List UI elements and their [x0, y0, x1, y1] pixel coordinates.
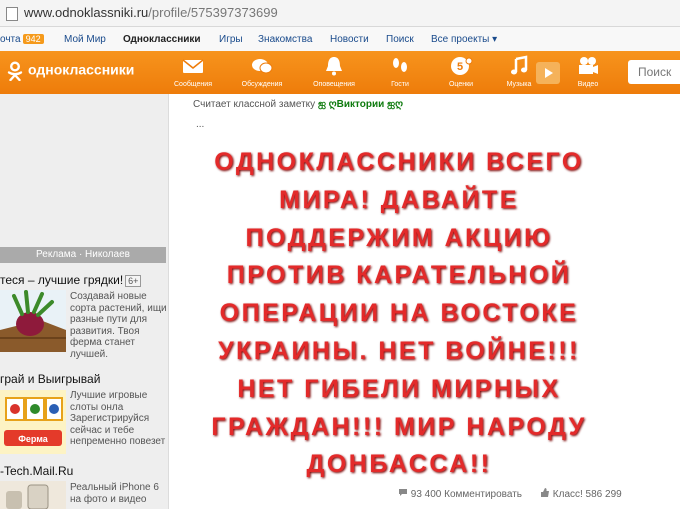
- comments-link[interactable]: 93 400 Комментировать: [398, 488, 522, 500]
- mail-count-badge: 942: [22, 34, 44, 44]
- ad-text-hitech: Реальный iPhone 6 на фото и видео: [70, 482, 159, 505]
- mail-link[interactable]: очта 942: [0, 34, 44, 45]
- ad-title-hitech[interactable]: -Tech.Mail.Ru: [0, 464, 73, 478]
- music-icon: [511, 55, 528, 75]
- logo-text: одноклассники: [28, 61, 135, 78]
- url-text[interactable]: www.odnoklassniki.ru/profile/57539737369…: [24, 5, 278, 20]
- nav-notifications-label: Оповещения: [313, 81, 355, 88]
- ad-title-text: теся – лучшие грядки!: [0, 273, 124, 287]
- byline-user-link[interactable]: ஐ ღВиктории ஐღ: [318, 99, 403, 110]
- nav-guests-label: Гости: [391, 81, 409, 88]
- ad-image-slots[interactable]: Ферма: [0, 390, 66, 454]
- nav-ratings-label: Оценки: [448, 81, 474, 88]
- nav-discussions[interactable]: Обсуждения: [237, 55, 287, 88]
- video-icon: [579, 57, 598, 74]
- svg-text:Ферма: Ферма: [18, 434, 49, 444]
- address-bar[interactable]: www.odnoklassniki.ru/profile/57539737369…: [0, 0, 680, 27]
- portal-link-games[interactable]: Игры: [219, 34, 243, 45]
- mail-label: очта: [0, 34, 21, 45]
- rating-icon: 5: [451, 57, 473, 75]
- url-path: /profile/575397373699: [148, 5, 278, 20]
- nav-ratings[interactable]: 5 Оценки: [436, 55, 486, 88]
- footprints-icon: [393, 58, 407, 72]
- ad-image-beet[interactable]: [0, 290, 66, 352]
- main-toolbar: одноклассники Сообщения Обсуждения Опове…: [0, 51, 680, 94]
- bell-icon: [326, 57, 342, 76]
- nav-discussions-label: Обсуждения: [241, 81, 283, 88]
- ok-logo[interactable]: одноклассники: [6, 61, 134, 81]
- portal-link-dating[interactable]: Знакомства: [258, 34, 312, 45]
- play-icon: [545, 68, 553, 78]
- portal-link-ok[interactable]: Одноклассники: [123, 34, 201, 45]
- search-input[interactable]: Поиск: [628, 60, 680, 84]
- url-host: www.odnoklassniki.ru: [24, 5, 149, 20]
- post-ellipsis: ...: [196, 119, 205, 130]
- nav-messages-label: Сообщения: [174, 81, 212, 88]
- class-count: Класс! 586 299: [552, 489, 622, 500]
- post-byline: Считает классной заметку ஐ ღВиктории ஐღ: [193, 99, 403, 111]
- envelope-icon: [182, 59, 204, 73]
- nav-video-label: Видео: [577, 81, 599, 88]
- nav-notifications[interactable]: Оповещения: [309, 55, 359, 88]
- nav-video[interactable]: Видео: [563, 55, 613, 88]
- ad-text-slots: Лучшие игровые слоты онла Зарегистрируйс…: [70, 390, 166, 447]
- thumbs-up-icon: [541, 488, 549, 497]
- comments-count: 93 400 Комментировать: [410, 489, 522, 500]
- portal-link-all-projects[interactable]: Все проекты ▾: [431, 34, 497, 45]
- ad-image-iphone[interactable]: [0, 481, 66, 509]
- portal-link-news[interactable]: Новости: [330, 34, 369, 45]
- ad-header: Реклама · Николаев: [0, 247, 166, 263]
- class-link[interactable]: Класс! 586 299: [540, 488, 622, 500]
- byline-prefix: Считает классной заметку: [193, 99, 316, 110]
- post-headline[interactable]: ОДНОКЛАССНИКИ ВСЕГО МИРА! ДАВАЙТЕ ПОДДЕР…: [196, 144, 602, 484]
- play-button[interactable]: [536, 62, 560, 84]
- portal-bar: очта 942 Мой Мир Одноклассники Игры Знако…: [0, 27, 680, 52]
- ad-text-farm: Создавай новые сорта растений, ищи разны…: [70, 291, 167, 360]
- comment-icon: [399, 489, 407, 496]
- chat-icon: [252, 59, 273, 74]
- svg-text:5: 5: [457, 61, 463, 73]
- page-icon: [6, 7, 18, 21]
- portal-link-search[interactable]: Поиск: [386, 34, 414, 45]
- ad-title-farm[interactable]: теся – лучшие грядки! 6+: [0, 273, 142, 287]
- ok-logo-icon: [7, 61, 23, 81]
- nav-messages[interactable]: Сообщения: [168, 55, 218, 88]
- portal-link-moy-mir[interactable]: Мой Мир: [64, 34, 106, 45]
- ad-title-slots[interactable]: грай и Выигрывай: [0, 372, 100, 386]
- nav-guests[interactable]: Гости: [375, 55, 425, 88]
- age-badge: 6+: [125, 275, 142, 287]
